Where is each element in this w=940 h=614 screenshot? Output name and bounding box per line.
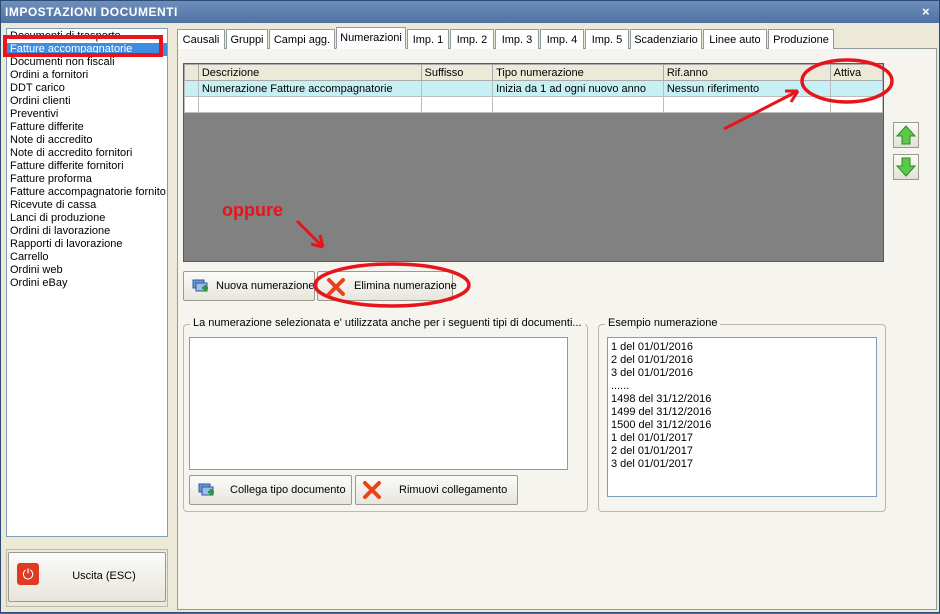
window-title: IMPOSTAZIONI DOCUMENTI (5, 5, 178, 19)
close-icon[interactable]: × (919, 5, 933, 19)
grid-cell[interactable] (420, 96, 494, 113)
example-line: 1499 del 31/12/2016 (611, 406, 712, 418)
numerazioni-grid[interactable]: Descrizione Suffisso Tipo numerazione Rif.a… (183, 63, 884, 262)
tab-item[interactable]: Imp. 4 (540, 29, 584, 49)
tab-item[interactable]: Causali (177, 29, 225, 49)
grid-corner (184, 64, 199, 81)
grid-cell[interactable]: Inizia da 1 ad ogni nuovo anno (492, 80, 664, 97)
example-line: 3 del 01/01/2016 (611, 367, 693, 379)
power-icon: ⏻ (17, 563, 39, 585)
table-row[interactable] (184, 96, 884, 113)
annotation-oppure: oppure (222, 200, 283, 220)
example-line: 1 del 01/01/2017 (611, 432, 693, 444)
exit-button-label: Uscita (ESC) (72, 570, 136, 582)
doc-type-item[interactable]: Ricevute di cassa (7, 199, 167, 212)
row-header[interactable] (184, 96, 199, 113)
exit-button[interactable]: ⏻ Uscita (ESC) (8, 552, 166, 602)
doc-type-item[interactable]: Note di accredito fornitori (7, 147, 167, 160)
linked-doc-types-title: La numerazione selezionata e' utilizzata… (190, 317, 585, 329)
grid-column-header[interactable]: Suffisso (420, 64, 494, 81)
doc-type-item[interactable]: DDT carico (7, 82, 167, 95)
example-line: ...... (611, 380, 630, 392)
doc-type-item[interactable]: Documenti non fiscali (7, 56, 167, 69)
move-up-button[interactable] (893, 122, 919, 148)
elimina-numerazione-button[interactable]: Elimina numerazione (317, 271, 457, 301)
doc-type-item[interactable]: Ordini web (7, 264, 167, 277)
nuova-numerazione-label: Nuova numerazione (216, 280, 315, 292)
grid-cell[interactable] (197, 96, 422, 113)
doc-type-item[interactable]: Fatture accompagnatorie (7, 43, 167, 56)
doc-type-item[interactable]: Ordini di lavorazione (7, 225, 167, 238)
tab-item[interactable]: Campi agg. (269, 29, 335, 49)
example-line: 2 del 01/01/2017 (611, 445, 693, 457)
doc-type-item[interactable]: Preventivi (7, 108, 167, 121)
example-line: 2 del 01/01/2016 (611, 354, 693, 366)
table-row[interactable]: Numerazione Fatture accompagnatorie Inizi… (184, 80, 884, 97)
doc-type-item[interactable]: Ordini eBay (7, 277, 167, 290)
linked-doc-types-list[interactable] (189, 337, 568, 470)
link-add-icon (198, 483, 214, 496)
doc-type-item[interactable]: Fatture differite fornitori (7, 160, 167, 173)
grid-column-header[interactable]: Rif.anno (662, 64, 831, 81)
collega-tipo-documento-label: Collega tipo documento (230, 484, 346, 496)
doc-type-item[interactable]: Fatture accompagnatorie fornito (7, 186, 167, 199)
elimina-numerazione-label: Elimina numerazione (354, 280, 457, 292)
doc-type-item[interactable]: Carrello (7, 251, 167, 264)
doc-type-item[interactable]: Fatture differite (7, 121, 167, 134)
example-line: 1500 del 31/12/2016 (611, 419, 712, 431)
grid-cell[interactable] (420, 80, 494, 97)
grid-cell[interactable]: Numerazione Fatture accompagnatorie (197, 80, 422, 97)
example-line: 3 del 01/01/2017 (611, 458, 693, 470)
grid-column-header[interactable]: Tipo numerazione (492, 64, 664, 81)
doc-type-item[interactable]: Ordini clienti (7, 95, 167, 108)
arrow-up-icon (895, 125, 917, 145)
grid-table: Descrizione Suffisso Tipo numerazione Rif.a… (184, 64, 884, 113)
example-numbering-list: 1 del 01/01/2016 2 del 01/01/2016 3 del 01… (607, 337, 877, 497)
tab-item[interactable]: Linee auto (703, 29, 767, 49)
settings-window: IMPOSTAZIONI DOCUMENTI × Documenti di tr… (0, 0, 940, 613)
tab-item[interactable]: Imp. 3 (495, 29, 539, 49)
doc-type-item[interactable]: Documenti di trasporto (7, 30, 167, 43)
add-icon (192, 279, 208, 292)
move-down-button[interactable] (893, 154, 919, 180)
doc-type-item[interactable]: Lanci di produzione (7, 212, 167, 225)
title-bar: IMPOSTAZIONI DOCUMENTI × (1, 1, 939, 23)
example-numbering-title: Esempio numerazione (605, 317, 721, 329)
grid-cell[interactable] (662, 96, 831, 113)
delete-x-icon (327, 278, 345, 296)
tab-item[interactable]: Scadenziario (630, 29, 702, 49)
rimuovi-collegamento-button[interactable]: Rimuovi collegamento (355, 475, 518, 505)
tab-item[interactable]: Numerazioni (336, 27, 406, 49)
grid-cell[interactable] (829, 80, 884, 97)
example-line: 1498 del 31/12/2016 (611, 393, 712, 405)
doc-type-item[interactable]: Rapporti di lavorazione (7, 238, 167, 251)
example-line: 1 del 01/01/2016 (611, 341, 693, 353)
grid-cell[interactable] (492, 96, 664, 113)
tab-item[interactable]: Imp. 1 (407, 29, 449, 49)
tab-item[interactable]: Imp. 5 (585, 29, 629, 49)
remove-x-icon (363, 481, 381, 499)
grid-cell[interactable]: Nessun riferimento (662, 80, 831, 97)
tab-item[interactable]: Produzione (768, 29, 834, 49)
grid-column-header[interactable]: Descrizione (197, 64, 422, 81)
collega-tipo-documento-button[interactable]: Collega tipo documento (189, 475, 352, 505)
row-header[interactable] (184, 80, 199, 97)
doc-type-item[interactable]: Fatture proforma (7, 173, 167, 186)
document-type-list[interactable]: Documenti di trasporto Fatture accompagna… (6, 28, 168, 537)
tab-item[interactable]: Gruppi (226, 29, 268, 49)
grid-cell[interactable] (829, 96, 884, 113)
arrow-down-icon (895, 157, 917, 177)
nuova-numerazione-button[interactable]: Nuova numerazione (183, 271, 315, 301)
rimuovi-collegamento-label: Rimuovi collegamento (399, 484, 508, 496)
doc-type-item[interactable]: Note di accredito (7, 134, 167, 147)
grid-column-header[interactable]: Attiva (829, 64, 884, 81)
tab-item[interactable]: Imp. 2 (450, 29, 494, 49)
doc-type-item[interactable]: Ordini a fornitori (7, 69, 167, 82)
